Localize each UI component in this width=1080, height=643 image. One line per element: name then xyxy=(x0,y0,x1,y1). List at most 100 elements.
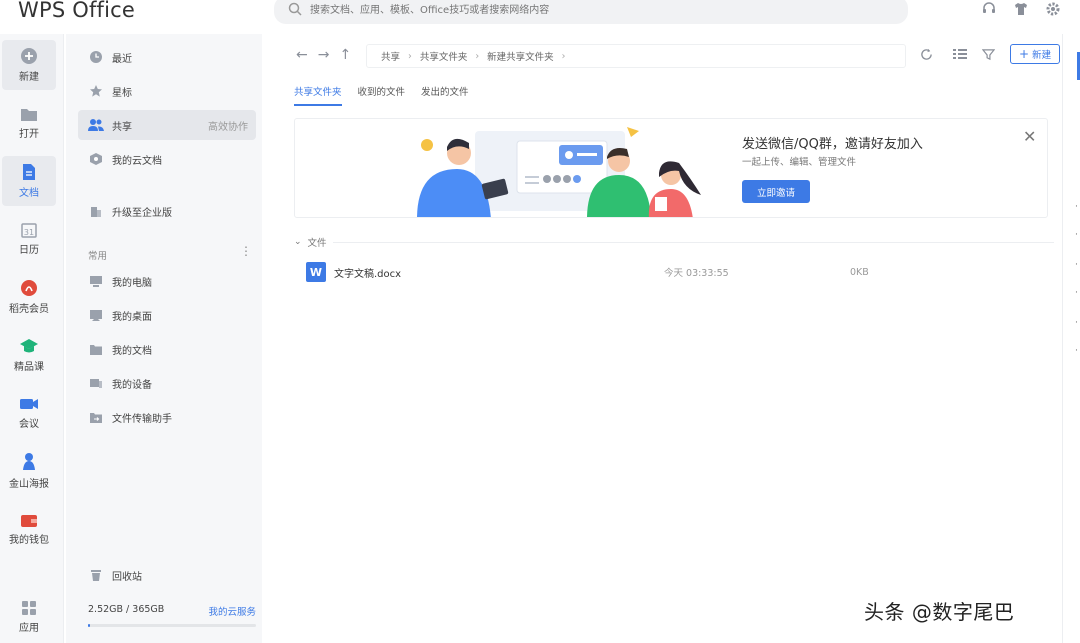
nav-item-upgrade[interactable]: 升级至企业版 xyxy=(78,196,256,226)
file-size: 0KB xyxy=(850,266,869,278)
tab-shared-folders[interactable]: 共享文件夹 xyxy=(294,84,342,106)
breadcrumb: 共享 › 共享文件夹 › 新建共享文件夹 › xyxy=(366,44,906,68)
file-name: 文字文稿.docx xyxy=(334,268,402,280)
chevron-right-icon: › xyxy=(475,50,480,62)
svg-text:31: 31 xyxy=(24,228,34,237)
nav-label: 我的文档 xyxy=(112,345,152,357)
breadcrumb-item[interactable]: 共享 xyxy=(381,49,400,63)
rail-item-courses[interactable]: 精品课 xyxy=(2,330,56,380)
rail-item-label: 稻壳会员 xyxy=(9,304,49,315)
invite-now-button[interactable]: 立即邀请 xyxy=(742,180,810,203)
tab-bar: 共享文件夹 收到的文件 发出的文件 xyxy=(294,84,469,106)
file-row[interactable]: W 文字文稿.docx 今天 03:33:55 0KB xyxy=(294,259,1054,285)
search-box[interactable] xyxy=(274,0,908,24)
rail-item-label: 日历 xyxy=(19,245,39,256)
divider xyxy=(332,241,1054,243)
left-rail: 新建 打开 文档 31 日历 稻壳会员 精品课 会议 金山海报 我的钱包 应用 xyxy=(0,34,64,643)
nav-item-my-documents[interactable]: 我的文档 xyxy=(78,334,256,364)
chevron-down-icon: ⌄ xyxy=(294,237,302,247)
banner-subtitle: 一起上传、编辑、管理文件 xyxy=(742,157,857,168)
filter-icon[interactable] xyxy=(980,46,996,62)
transfer-folder-icon xyxy=(88,409,104,425)
breadcrumb-item[interactable]: 共享文件夹 xyxy=(420,49,468,63)
main-content: ← → ↑ 共享 › 共享文件夹 › 新建共享文件夹 › + 新建 共享文件夹 收… xyxy=(262,34,1062,643)
settings-gear-icon[interactable] xyxy=(1044,0,1062,18)
tab-received-files[interactable]: 收到的文件 xyxy=(358,84,406,106)
apps-grid-icon xyxy=(22,601,36,615)
storage-bar-fill xyxy=(88,624,90,627)
files-section-header[interactable]: ⌄ 文件 xyxy=(294,235,1054,249)
rail-item-docer-vip[interactable]: 稻壳会员 xyxy=(2,272,56,322)
nav-panel: 最近 星标 共享 高效协作 我的云文档 升级至企业版 常用 ⋮ 我的电脑 我的桌… xyxy=(66,34,262,643)
nav-label: 我的设备 xyxy=(112,379,152,391)
rail-item-label: 应用 xyxy=(19,623,39,634)
rail-item-label: 文档 xyxy=(19,188,39,199)
tab-sent-files[interactable]: 发出的文件 xyxy=(421,84,469,106)
trash-icon xyxy=(88,567,104,583)
rail-item-meeting[interactable]: 会议 xyxy=(2,388,56,438)
storage-bar xyxy=(88,624,256,627)
forward-arrow-icon[interactable]: → xyxy=(318,47,330,63)
nav-label: 我的电脑 xyxy=(112,277,152,289)
watermark: 头条 @数字尾巴 xyxy=(864,600,1015,624)
close-icon[interactable]: ✕ xyxy=(1023,127,1036,146)
side-panel-glyph: · xyxy=(1075,346,1078,356)
nav-item-trash[interactable]: 回收站 xyxy=(78,560,256,590)
side-panel-glyph: · xyxy=(1075,230,1078,240)
rail-item-apps[interactable]: 应用 xyxy=(2,592,56,642)
chevron-right-icon: › xyxy=(561,50,566,62)
nav-section-common: 常用 xyxy=(88,251,108,262)
nav-item-cloud-docs[interactable]: 我的云文档 xyxy=(78,144,256,174)
building-icon xyxy=(88,203,104,219)
rail-item-new[interactable]: 新建 xyxy=(2,40,56,90)
banner-title: 发送微信/QQ群，邀请好友加入 xyxy=(742,137,923,152)
up-arrow-icon[interactable]: ↑ xyxy=(339,47,351,63)
toolbar: ← → ↑ 共享 › 共享文件夹 › 新建共享文件夹 › + 新建 xyxy=(262,44,1062,70)
video-icon xyxy=(20,399,38,409)
document-icon xyxy=(23,164,35,180)
nav-item-my-computer[interactable]: 我的电脑 xyxy=(78,266,256,296)
poster-icon xyxy=(23,453,35,470)
nav-item-my-desktop[interactable]: 我的桌面 xyxy=(78,300,256,330)
nav-item-recent[interactable]: 最近 xyxy=(78,42,256,72)
search-icon xyxy=(288,2,302,16)
cloud-service-link[interactable]: 我的云服务 xyxy=(208,604,256,618)
headset-icon[interactable] xyxy=(980,0,998,18)
new-button[interactable]: + 新建 xyxy=(1010,44,1061,64)
folder-icon xyxy=(21,109,37,121)
rail-item-poster[interactable]: 金山海报 xyxy=(2,446,56,496)
nav-item-my-devices[interactable]: 我的设备 xyxy=(78,368,256,398)
refresh-icon[interactable] xyxy=(918,46,934,62)
back-arrow-icon[interactable]: ← xyxy=(296,47,308,63)
chevron-right-icon: › xyxy=(408,50,412,62)
rail-item-label: 精品课 xyxy=(14,362,44,373)
storage-used-text: 2.52GB / 365GB xyxy=(88,604,165,615)
more-options-icon[interactable]: ⋮ xyxy=(240,244,252,258)
nav-label: 共享 xyxy=(112,121,132,133)
plus-circle-icon xyxy=(21,48,37,64)
files-section-label: 文件 xyxy=(307,238,327,249)
wallet-icon xyxy=(21,515,37,527)
breadcrumb-item[interactable]: 新建共享文件夹 xyxy=(487,49,554,63)
side-panel-glyph: · xyxy=(1075,288,1078,298)
docer-icon xyxy=(21,280,37,296)
rail-item-open[interactable]: 打开 xyxy=(2,98,56,148)
rail-item-label: 新建 xyxy=(19,72,39,83)
nav-label: 我的桌面 xyxy=(112,311,152,323)
nav-label: 星标 xyxy=(112,87,132,99)
rail-item-docs[interactable]: 文档 xyxy=(2,156,56,206)
nav-item-file-transfer[interactable]: 文件传输助手 xyxy=(78,402,256,432)
cloud-box-icon xyxy=(88,151,104,167)
tshirt-skin-icon[interactable] xyxy=(1012,0,1030,18)
storage-usage: 2.52GB / 365GB 我的云服务 xyxy=(88,604,256,627)
rail-item-calendar[interactable]: 31 日历 xyxy=(2,214,56,264)
list-view-icon[interactable] xyxy=(952,46,968,62)
side-panel-glyph: · xyxy=(1075,318,1078,328)
search-input[interactable] xyxy=(310,0,890,20)
right-side-panel: · · · · · · xyxy=(1062,34,1080,643)
nav-item-starred[interactable]: 星标 xyxy=(78,76,256,106)
side-panel-glyph: · xyxy=(1075,260,1078,270)
rail-item-wallet[interactable]: 我的钱包 xyxy=(2,504,56,554)
nav-item-shared[interactable]: 共享 高效协作 xyxy=(78,110,256,140)
nav-extra-label: 高效协作 xyxy=(208,121,248,133)
